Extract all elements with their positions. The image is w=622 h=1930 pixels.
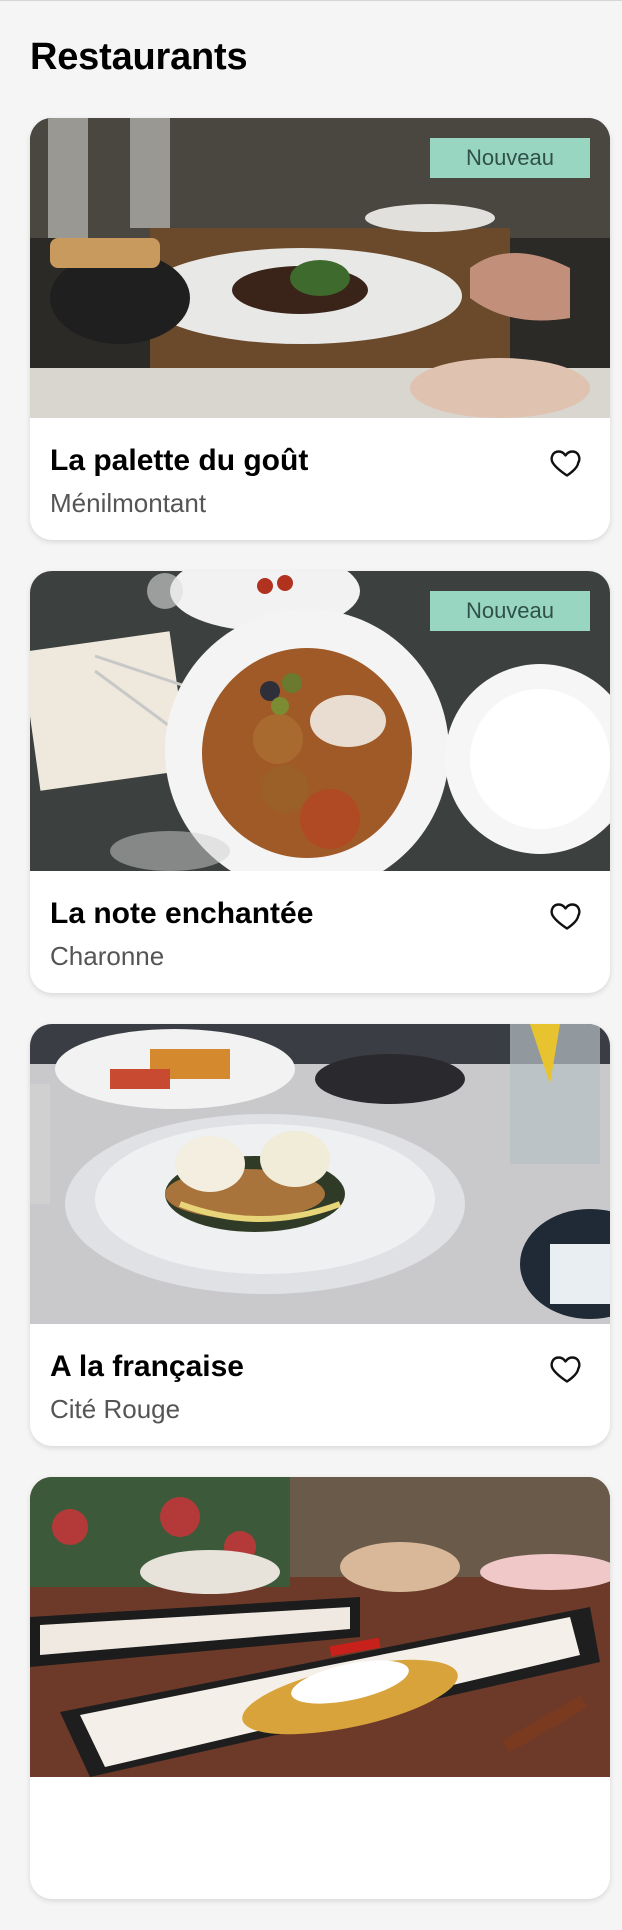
new-badge: Nouveau: [430, 591, 590, 631]
heart-icon[interactable]: [548, 897, 586, 933]
card-body: La palette du goût Ménilmontant: [30, 418, 610, 540]
restaurant-photo-image: [30, 1477, 610, 1777]
restaurant-photo: [30, 1477, 610, 1777]
restaurant-area: Cité Rouge: [50, 1394, 181, 1424]
restaurant-name: A la française: [50, 1350, 244, 1383]
card-body: La note enchantée Charonne: [30, 871, 610, 993]
restaurant-photo: [30, 1024, 610, 1324]
heart-icon[interactable]: [548, 444, 586, 480]
new-badge: Nouveau: [430, 138, 590, 178]
top-divider: [0, 0, 622, 1]
heart-icon[interactable]: [548, 1350, 586, 1386]
restaurant-area: Charonne: [50, 941, 165, 971]
restaurant-photo: Nouveau: [30, 118, 610, 418]
restaurant-photo: Nouveau: [30, 571, 610, 871]
restaurant-name: La note enchantée: [50, 897, 314, 930]
card-body: A la française Cité Rouge: [30, 1324, 610, 1446]
restaurant-card[interactable]: A la française Cité Rouge: [30, 1024, 610, 1446]
restaurant-area: Ménilmontant: [50, 488, 207, 518]
restaurant-photo-image: [30, 1024, 610, 1324]
restaurant-card[interactable]: Nouveau La note enchantée Charonne: [30, 571, 610, 993]
card-body: [30, 1777, 610, 1899]
restaurant-name: La palette du goût: [50, 444, 309, 477]
restaurant-card[interactable]: [30, 1477, 610, 1899]
page-title: Restaurants: [30, 36, 248, 78]
restaurant-card[interactable]: Nouveau La palette du goût Ménilmontant: [30, 118, 610, 540]
restaurant-list: Nouveau La palette du goût Ménilmontant: [30, 118, 610, 1930]
